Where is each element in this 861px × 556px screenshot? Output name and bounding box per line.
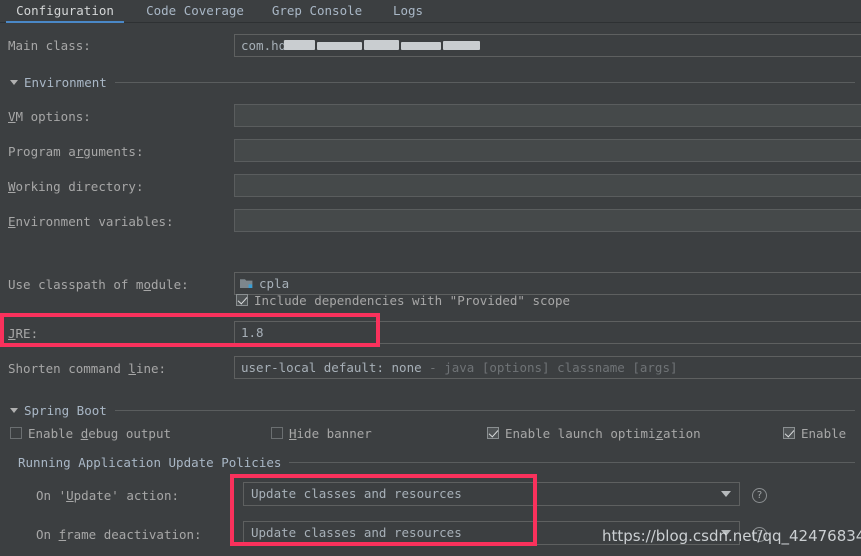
use-classpath-of-module-label: Use classpath of module: [8,277,189,292]
use-classpath-of-module-value: cpla [259,276,290,291]
vm-options-label: VM options: [8,109,91,124]
include-provided-scope-checkbox[interactable]: Include dependencies with "Provided" sco… [236,292,570,308]
tab-configuration-label: Configuration [16,3,114,18]
chevron-down-icon[interactable] [721,491,731,497]
jre-combo[interactable]: 1.8 [234,321,861,344]
section-environment-title: Environment [24,74,107,90]
triangle-down-icon [10,79,18,85]
vm-options-input[interactable] [234,104,861,127]
program-arguments-input[interactable] [234,139,861,162]
program-arguments-label: Program arguments: [8,144,144,159]
active-tab-indicator [6,21,124,23]
section-spring-boot-title: Spring Boot [24,402,107,418]
main-class-label: Main class: [8,38,91,53]
section-spring-boot-rule [114,409,855,411]
tab-logs-label: Logs [392,3,424,18]
working-directory-input[interactable] [234,174,861,197]
main-class-redaction-2 [317,42,362,50]
hide-banner-label: Hide banner [289,425,372,441]
tab-configuration[interactable]: Configuration [6,0,124,23]
checkbox-box-icon [10,427,22,439]
enable-debug-output-checkbox[interactable]: Enable debug output [10,425,171,441]
on-update-action-combo[interactable]: Update classes and resources [243,482,740,506]
tab-grep-console-label: Grep Console [271,3,363,18]
enable-launch-optimization-label: Enable launch optimization [505,425,701,441]
shorten-command-line-label: Shorten command line: [8,361,167,376]
main-class-redaction-5 [443,41,480,50]
hide-banner-checkbox[interactable]: Hide banner [271,425,372,441]
on-update-action-value: Update classes and resources [251,486,462,501]
main-class-redaction-4 [401,42,441,50]
include-provided-scope-label: Include dependencies with "Provided" sco… [254,292,571,308]
jre-label: JRE: [8,326,39,341]
working-directory-label: Working directory: [8,179,144,194]
tab-code-coverage[interactable]: Code Coverage [136,0,254,23]
tab-logs[interactable]: Logs [382,0,434,23]
on-frame-deactivation-value: Update classes and resources [251,525,462,540]
enable-jmx-agent-checkbox[interactable]: Enable [783,425,846,441]
section-update-policies: Running Application Update Policies [18,454,855,470]
tab-bar: Configuration Code Coverage Grep Console… [0,0,861,23]
enable-launch-optimization-checkbox[interactable]: Enable launch optimization [487,425,701,441]
environment-variables-label: Environment variables: [8,214,174,229]
main-class-value-prefix: com.hd [241,38,287,53]
tab-grep-console[interactable]: Grep Console [262,0,372,23]
check-icon [236,294,248,306]
tab-code-coverage-label: Code Coverage [146,3,244,18]
enable-truncated-label: Enable [801,425,847,441]
watermark-text: https://blog.csdn.net/qq_42476834 [602,527,861,545]
on-frame-deactivation-label: On frame deactivation: [36,527,202,542]
help-circle-icon[interactable]: ? [752,488,767,503]
enable-debug-output-label: Enable debug output [28,425,172,441]
main-class-redaction-1 [284,40,315,50]
module-folder-icon [240,279,253,288]
run-debug-configuration-panel: Configuration Code Coverage Grep Console… [0,0,861,556]
section-environment[interactable]: Environment [10,74,855,90]
section-update-policies-rule [289,461,855,463]
shorten-command-line-value: user-local default: none [241,360,422,375]
section-environment-rule [114,81,855,83]
shorten-command-line-value-hint: - java [options] classname [args] [421,360,678,375]
section-update-policies-title: Running Application Update Policies [18,454,282,470]
section-spring-boot[interactable]: Spring Boot [10,402,855,418]
environment-variables-input[interactable] [234,209,861,232]
main-class-redaction-3 [364,40,399,50]
jre-value: 1.8 [241,325,264,340]
check-icon [487,427,499,439]
on-update-action-label: On 'Update' action: [36,488,179,503]
triangle-down-icon [10,407,18,413]
shorten-command-line-combo[interactable]: user-local default: none - java [options… [234,356,861,379]
checkbox-box-icon [271,427,283,439]
check-icon [783,427,795,439]
